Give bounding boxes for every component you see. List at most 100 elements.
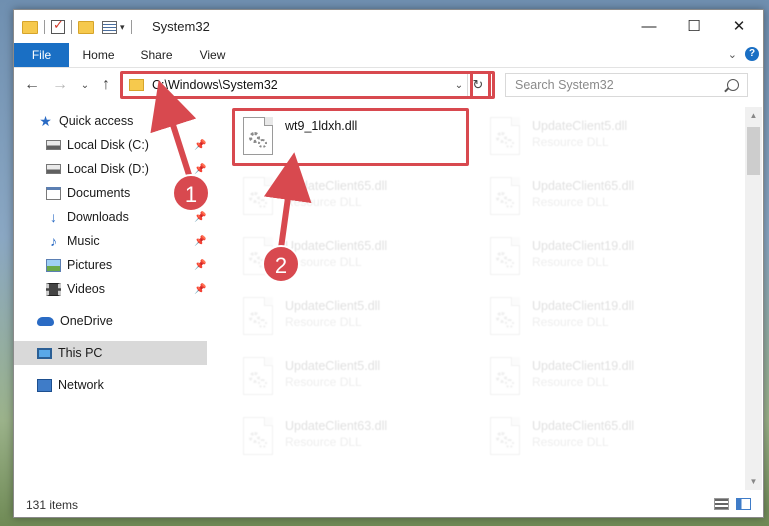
- file-type: Resource DLL: [532, 375, 609, 389]
- tab-file[interactable]: File: [14, 43, 69, 67]
- recent-locations-icon[interactable]: ⌄: [75, 80, 95, 91]
- sidebar-item-network[interactable]: Network: [14, 373, 207, 397]
- music-icon: ♪: [50, 233, 57, 249]
- back-button[interactable]: ←: [22, 76, 42, 94]
- item-count: 131 items: [26, 498, 79, 512]
- sidebar-item-downloads[interactable]: ↓ Downloads 📌: [14, 205, 207, 229]
- sidebar-item-label: Music: [67, 234, 100, 248]
- expand-ribbon-icon[interactable]: ⌄: [728, 48, 737, 61]
- file-item[interactable]: UpdateClient19.dll Resource DLL: [484, 293, 719, 349]
- pin-icon[interactable]: 📌: [194, 260, 206, 271]
- sidebar-item-quick-access[interactable]: ★ Quick access: [14, 109, 207, 133]
- sidebar-item-local-disk-c[interactable]: Local Disk (C:) 📌: [14, 133, 207, 157]
- large-icons-view-icon[interactable]: [736, 498, 751, 510]
- file-item[interactable]: UpdateClient19.dll Resource DLL: [484, 353, 719, 409]
- step-1-badge: 1: [172, 174, 210, 212]
- search-input[interactable]: Search System32: [515, 78, 727, 92]
- scroll-down-icon[interactable]: ▼: [745, 473, 762, 490]
- sidebar-item-label: Documents: [67, 186, 131, 200]
- properties-icon[interactable]: [102, 20, 117, 34]
- minimize-button[interactable]: —: [626, 10, 672, 42]
- sidebar-item-label: OneDrive: [60, 314, 113, 328]
- properties-check-icon[interactable]: [51, 17, 65, 34]
- sidebar-item-label: Local Disk (D:): [67, 162, 149, 176]
- vertical-scrollbar[interactable]: ▲ ▼: [745, 107, 762, 490]
- file-type: Resource DLL: [532, 435, 609, 449]
- file-name: UpdateClient5.dll: [285, 299, 381, 313]
- file-name: UpdateClient19.dll: [532, 359, 635, 373]
- file-item[interactable]: UpdateClient65.dll Resource DLL: [237, 173, 472, 229]
- sidebar-item-pictures[interactable]: Pictures 📌: [14, 253, 207, 277]
- pin-icon[interactable]: 📌: [194, 236, 206, 247]
- refresh-highlight-box: [470, 71, 495, 99]
- address-highlight-box: [120, 71, 491, 99]
- file-type: Resource DLL: [532, 135, 609, 149]
- this-pc-icon: [37, 347, 52, 359]
- file-type: Resource DLL: [532, 255, 609, 269]
- dll-file-icon: [490, 117, 520, 155]
- tab-home[interactable]: Home: [76, 43, 121, 67]
- details-view-icon[interactable]: [714, 498, 729, 510]
- file-name: UpdateClient65.dll: [532, 179, 635, 193]
- sidebar-item-videos[interactable]: Videos 📌: [14, 277, 207, 301]
- pictures-icon: [46, 258, 61, 272]
- dll-file-icon: [490, 177, 520, 215]
- file-type: Resource DLL: [285, 315, 362, 329]
- explorer-window: ▾ System32 — ☐ ✕ File Home Share View ⌄ …: [13, 9, 764, 518]
- file-item[interactable]: UpdateClient19.dll Resource DLL: [484, 233, 719, 289]
- pin-icon[interactable]: 📌: [194, 284, 206, 295]
- help-icon[interactable]: ?: [745, 47, 759, 61]
- sidebar-item-music[interactable]: ♪ Music 📌: [14, 229, 207, 253]
- scroll-up-icon[interactable]: ▲: [745, 107, 762, 124]
- folder-icon[interactable]: [22, 20, 38, 34]
- dll-file-icon: [243, 177, 273, 215]
- documents-icon: [46, 186, 61, 200]
- title-bar: ▾ System32 — ☐ ✕: [14, 10, 763, 43]
- sidebar-item-onedrive[interactable]: OneDrive: [14, 309, 207, 333]
- toolbar-separator: [44, 20, 45, 34]
- customize-toolbar-dropdown-icon[interactable]: ▾: [120, 22, 125, 33]
- navigation-pane: ★ Quick access Local Disk (C:) 📌 Local D…: [14, 107, 207, 490]
- file-item[interactable]: UpdateClient5.dll Resource DLL: [237, 353, 472, 409]
- dll-file-icon: [490, 297, 520, 335]
- sidebar-item-label: Videos: [67, 282, 105, 296]
- file-item[interactable]: UpdateClient5.dll Resource DLL: [237, 293, 472, 349]
- navigation-bar: ← → ⌄ ↑ C:\Windows\System32 ⌄ ↻ Search S…: [14, 68, 763, 102]
- file-item[interactable]: UpdateClient63.dll Resource DLL: [237, 413, 472, 469]
- tab-view[interactable]: View: [190, 43, 235, 67]
- star-icon: ★: [39, 112, 52, 129]
- dll-file-icon: [243, 417, 273, 455]
- downloads-icon: ↓: [50, 209, 57, 225]
- new-folder-icon[interactable]: [78, 20, 94, 34]
- sidebar-item-label: Local Disk (C:): [67, 138, 149, 152]
- file-item[interactable]: UpdateClient65.dll Resource DLL: [484, 413, 719, 469]
- tab-share[interactable]: Share: [134, 43, 179, 67]
- disk-icon: [46, 140, 61, 150]
- videos-icon: [46, 282, 61, 296]
- close-button[interactable]: ✕: [716, 10, 762, 42]
- quick-access-toolbar: ▾: [22, 17, 138, 35]
- status-bar: 131 items: [14, 492, 763, 517]
- search-icon[interactable]: [727, 79, 739, 91]
- file-item[interactable]: UpdateClient65.dll Resource DLL: [484, 173, 719, 229]
- window-title: System32: [152, 19, 210, 34]
- file-type: Resource DLL: [532, 315, 609, 329]
- file-name: UpdateClient63.dll: [285, 419, 388, 433]
- file-item[interactable]: UpdateClient5.dll Resource DLL: [484, 113, 719, 169]
- sidebar-item-this-pc[interactable]: This PC: [14, 341, 207, 365]
- scrollbar-thumb[interactable]: [747, 127, 760, 175]
- toolbar-separator: [130, 20, 132, 34]
- file-name: UpdateClient5.dll: [532, 119, 628, 133]
- forward-button[interactable]: →: [50, 76, 70, 94]
- file-name: UpdateClient65.dll: [285, 239, 388, 253]
- maximize-button[interactable]: ☐: [671, 10, 717, 42]
- up-button[interactable]: ↑: [96, 76, 116, 94]
- file-name: UpdateClient65.dll: [285, 179, 388, 193]
- pin-icon[interactable]: 📌: [194, 164, 206, 175]
- pin-icon[interactable]: 📌: [194, 140, 206, 151]
- file-type: Resource DLL: [532, 195, 609, 209]
- search-box[interactable]: Search System32: [505, 73, 748, 97]
- pin-icon[interactable]: 📌: [194, 212, 206, 223]
- dll-file-icon: [243, 297, 273, 335]
- sidebar-item-label: Network: [58, 378, 104, 392]
